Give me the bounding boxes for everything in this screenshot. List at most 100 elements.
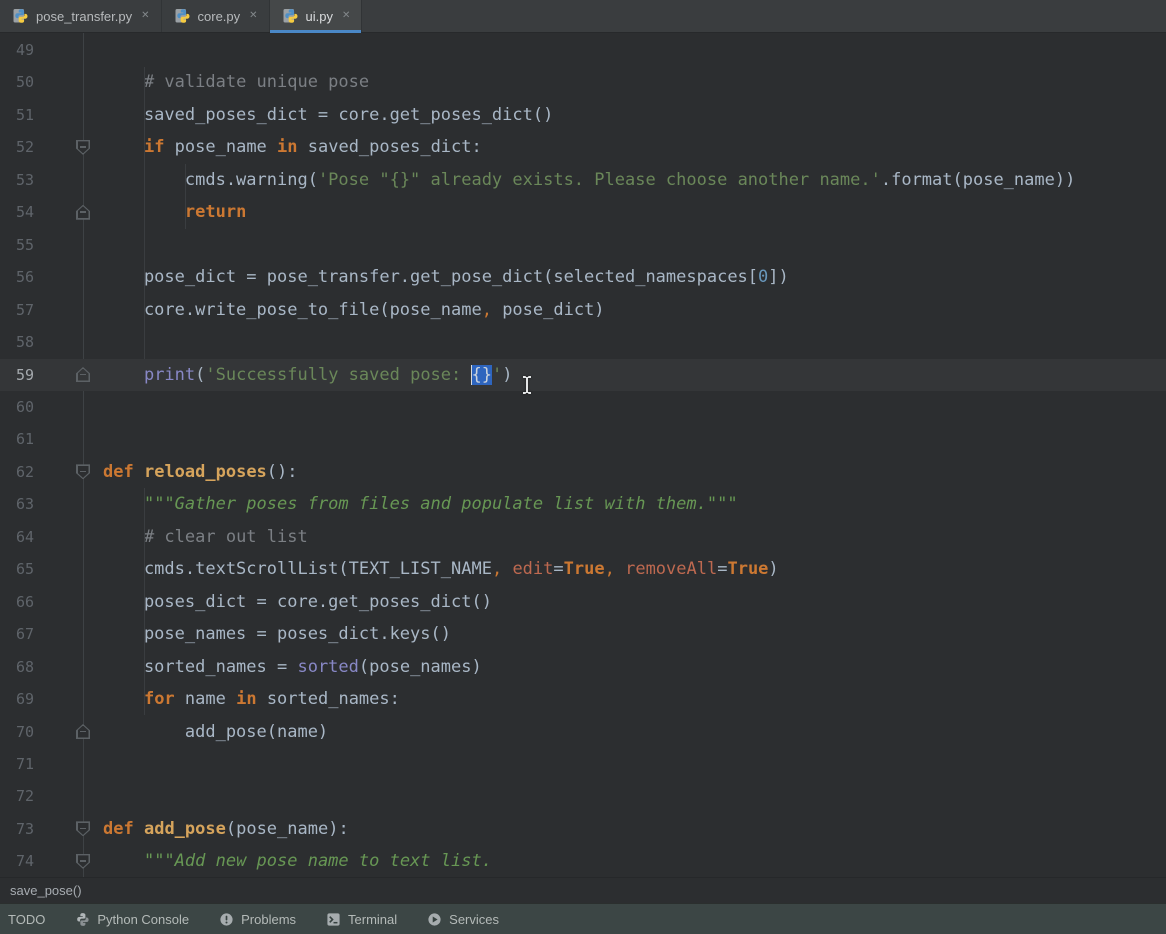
code-text[interactable]: # validate unique pose	[100, 66, 1166, 98]
gutter[interactable]: 64	[0, 521, 100, 553]
code-text[interactable]: add_pose(name)	[100, 716, 1166, 748]
code-text[interactable]	[100, 391, 1166, 423]
code-text[interactable]	[100, 34, 1166, 66]
code-line[interactable]: 67 pose_names = poses_dict.keys()	[0, 618, 1166, 650]
code-text[interactable]	[100, 748, 1166, 780]
code-line[interactable]: 62def reload_poses():	[0, 456, 1166, 488]
code-editor[interactable]: 4950 # validate unique pose51 saved_pose…	[0, 33, 1166, 877]
code-line[interactable]: 50 # validate unique pose	[0, 66, 1166, 98]
fold-region-start-icon[interactable]	[76, 140, 90, 155]
code-text[interactable]: print('Successfully saved pose: {}')	[100, 359, 1166, 391]
line-number[interactable]: 49	[0, 34, 34, 66]
breadcrumb-item[interactable]: save_pose()	[10, 883, 82, 898]
line-number[interactable]: 57	[0, 294, 34, 326]
gutter[interactable]: 63	[0, 488, 100, 520]
code-text[interactable]: return	[100, 196, 1166, 228]
line-number[interactable]: 50	[0, 66, 34, 98]
line-number[interactable]: 74	[0, 845, 34, 877]
gutter[interactable]: 74	[0, 845, 100, 877]
code-line[interactable]: 72	[0, 780, 1166, 812]
line-number[interactable]: 56	[0, 261, 34, 293]
line-number[interactable]: 51	[0, 99, 34, 131]
code-line[interactable]: 53 cmds.warning('Pose "{}" already exist…	[0, 164, 1166, 196]
code-line[interactable]: 61	[0, 423, 1166, 455]
code-text[interactable]: pose_names = poses_dict.keys()	[100, 618, 1166, 650]
code-line[interactable]: 71	[0, 748, 1166, 780]
tab-ui-py[interactable]: ui.py✕	[270, 0, 363, 32]
fold-region-end-icon[interactable]	[76, 724, 90, 739]
line-number[interactable]: 55	[0, 229, 34, 261]
code-text[interactable]: """Add new pose name to text list.	[100, 845, 1166, 877]
code-text[interactable]: # clear out list	[100, 521, 1166, 553]
fold-region-start-icon[interactable]	[76, 821, 90, 836]
gutter[interactable]: 60	[0, 391, 100, 423]
line-number[interactable]: 62	[0, 456, 34, 488]
gutter[interactable]: 52	[0, 131, 100, 163]
code-line[interactable]: 65 cmds.textScrollList(TEXT_LIST_NAME, e…	[0, 553, 1166, 585]
gutter[interactable]: 73	[0, 813, 100, 845]
gutter[interactable]: 58	[0, 326, 100, 358]
code-text[interactable]: def add_pose(pose_name):	[100, 813, 1166, 845]
gutter[interactable]: 51	[0, 99, 100, 131]
code-text[interactable]	[100, 326, 1166, 358]
code-line[interactable]: 63 """Gather poses from files and popula…	[0, 488, 1166, 520]
gutter[interactable]: 67	[0, 618, 100, 650]
statusbar-item-terminal[interactable]: Terminal	[326, 912, 397, 927]
code-line[interactable]: 69 for name in sorted_names:	[0, 683, 1166, 715]
gutter[interactable]: 66	[0, 586, 100, 618]
code-line[interactable]: 52 if pose_name in saved_poses_dict:	[0, 131, 1166, 163]
code-line[interactable]: 56 pose_dict = pose_transfer.get_pose_di…	[0, 261, 1166, 293]
code-line[interactable]: 64 # clear out list	[0, 521, 1166, 553]
gutter[interactable]: 50	[0, 66, 100, 98]
line-number[interactable]: 59	[0, 359, 34, 391]
line-number[interactable]: 58	[0, 326, 34, 358]
line-number[interactable]: 54	[0, 196, 34, 228]
code-line[interactable]: 57 core.write_pose_to_file(pose_name, po…	[0, 294, 1166, 326]
code-text[interactable]: if pose_name in saved_poses_dict:	[100, 131, 1166, 163]
code-text[interactable]: cmds.textScrollList(TEXT_LIST_NAME, edit…	[100, 553, 1166, 585]
code-line[interactable]: 51 saved_poses_dict = core.get_poses_dic…	[0, 99, 1166, 131]
code-text[interactable]	[100, 423, 1166, 455]
code-text[interactable]	[100, 780, 1166, 812]
close-icon[interactable]: ✕	[141, 11, 149, 21]
code-text[interactable]: for name in sorted_names:	[100, 683, 1166, 715]
gutter[interactable]: 72	[0, 780, 100, 812]
code-line[interactable]: 54 return	[0, 196, 1166, 228]
gutter[interactable]: 61	[0, 423, 100, 455]
code-line[interactable]: 60	[0, 391, 1166, 423]
gutter[interactable]: 62	[0, 456, 100, 488]
gutter[interactable]: 56	[0, 261, 100, 293]
code-text[interactable]: pose_dict = pose_transfer.get_pose_dict(…	[100, 261, 1166, 293]
code-line[interactable]: 74 """Add new pose name to text list.	[0, 845, 1166, 877]
line-number[interactable]: 52	[0, 131, 34, 163]
code-text[interactable]: saved_poses_dict = core.get_poses_dict()	[100, 99, 1166, 131]
code-text[interactable]: poses_dict = core.get_poses_dict()	[100, 586, 1166, 618]
gutter[interactable]: 55	[0, 229, 100, 261]
line-number[interactable]: 73	[0, 813, 34, 845]
tab-core-py[interactable]: core.py✕	[162, 0, 270, 32]
tab-pose_transfer-py[interactable]: pose_transfer.py✕	[0, 0, 162, 32]
line-number[interactable]: 64	[0, 521, 34, 553]
statusbar-item-python-console[interactable]: Python Console	[75, 912, 189, 927]
gutter[interactable]: 49	[0, 34, 100, 66]
fold-region-end-icon[interactable]	[76, 205, 90, 220]
gutter[interactable]: 69	[0, 683, 100, 715]
gutter[interactable]: 57	[0, 294, 100, 326]
code-text[interactable]: sorted_names = sorted(pose_names)	[100, 651, 1166, 683]
line-number[interactable]: 68	[0, 651, 34, 683]
code-line[interactable]: 70 add_pose(name)	[0, 716, 1166, 748]
line-number[interactable]: 71	[0, 748, 34, 780]
line-number[interactable]: 70	[0, 716, 34, 748]
gutter[interactable]: 70	[0, 716, 100, 748]
statusbar-item-services[interactable]: Services	[427, 912, 499, 927]
code-text[interactable]: core.write_pose_to_file(pose_name, pose_…	[100, 294, 1166, 326]
line-number[interactable]: 65	[0, 553, 34, 585]
code-text[interactable]: cmds.warning('Pose "{}" already exists. …	[100, 164, 1166, 196]
gutter[interactable]: 68	[0, 651, 100, 683]
line-number[interactable]: 69	[0, 683, 34, 715]
fold-region-start-icon[interactable]	[76, 464, 90, 479]
line-number[interactable]: 60	[0, 391, 34, 423]
line-number[interactable]: 63	[0, 488, 34, 520]
fold-region-start-icon[interactable]	[76, 854, 90, 869]
gutter[interactable]: 71	[0, 748, 100, 780]
